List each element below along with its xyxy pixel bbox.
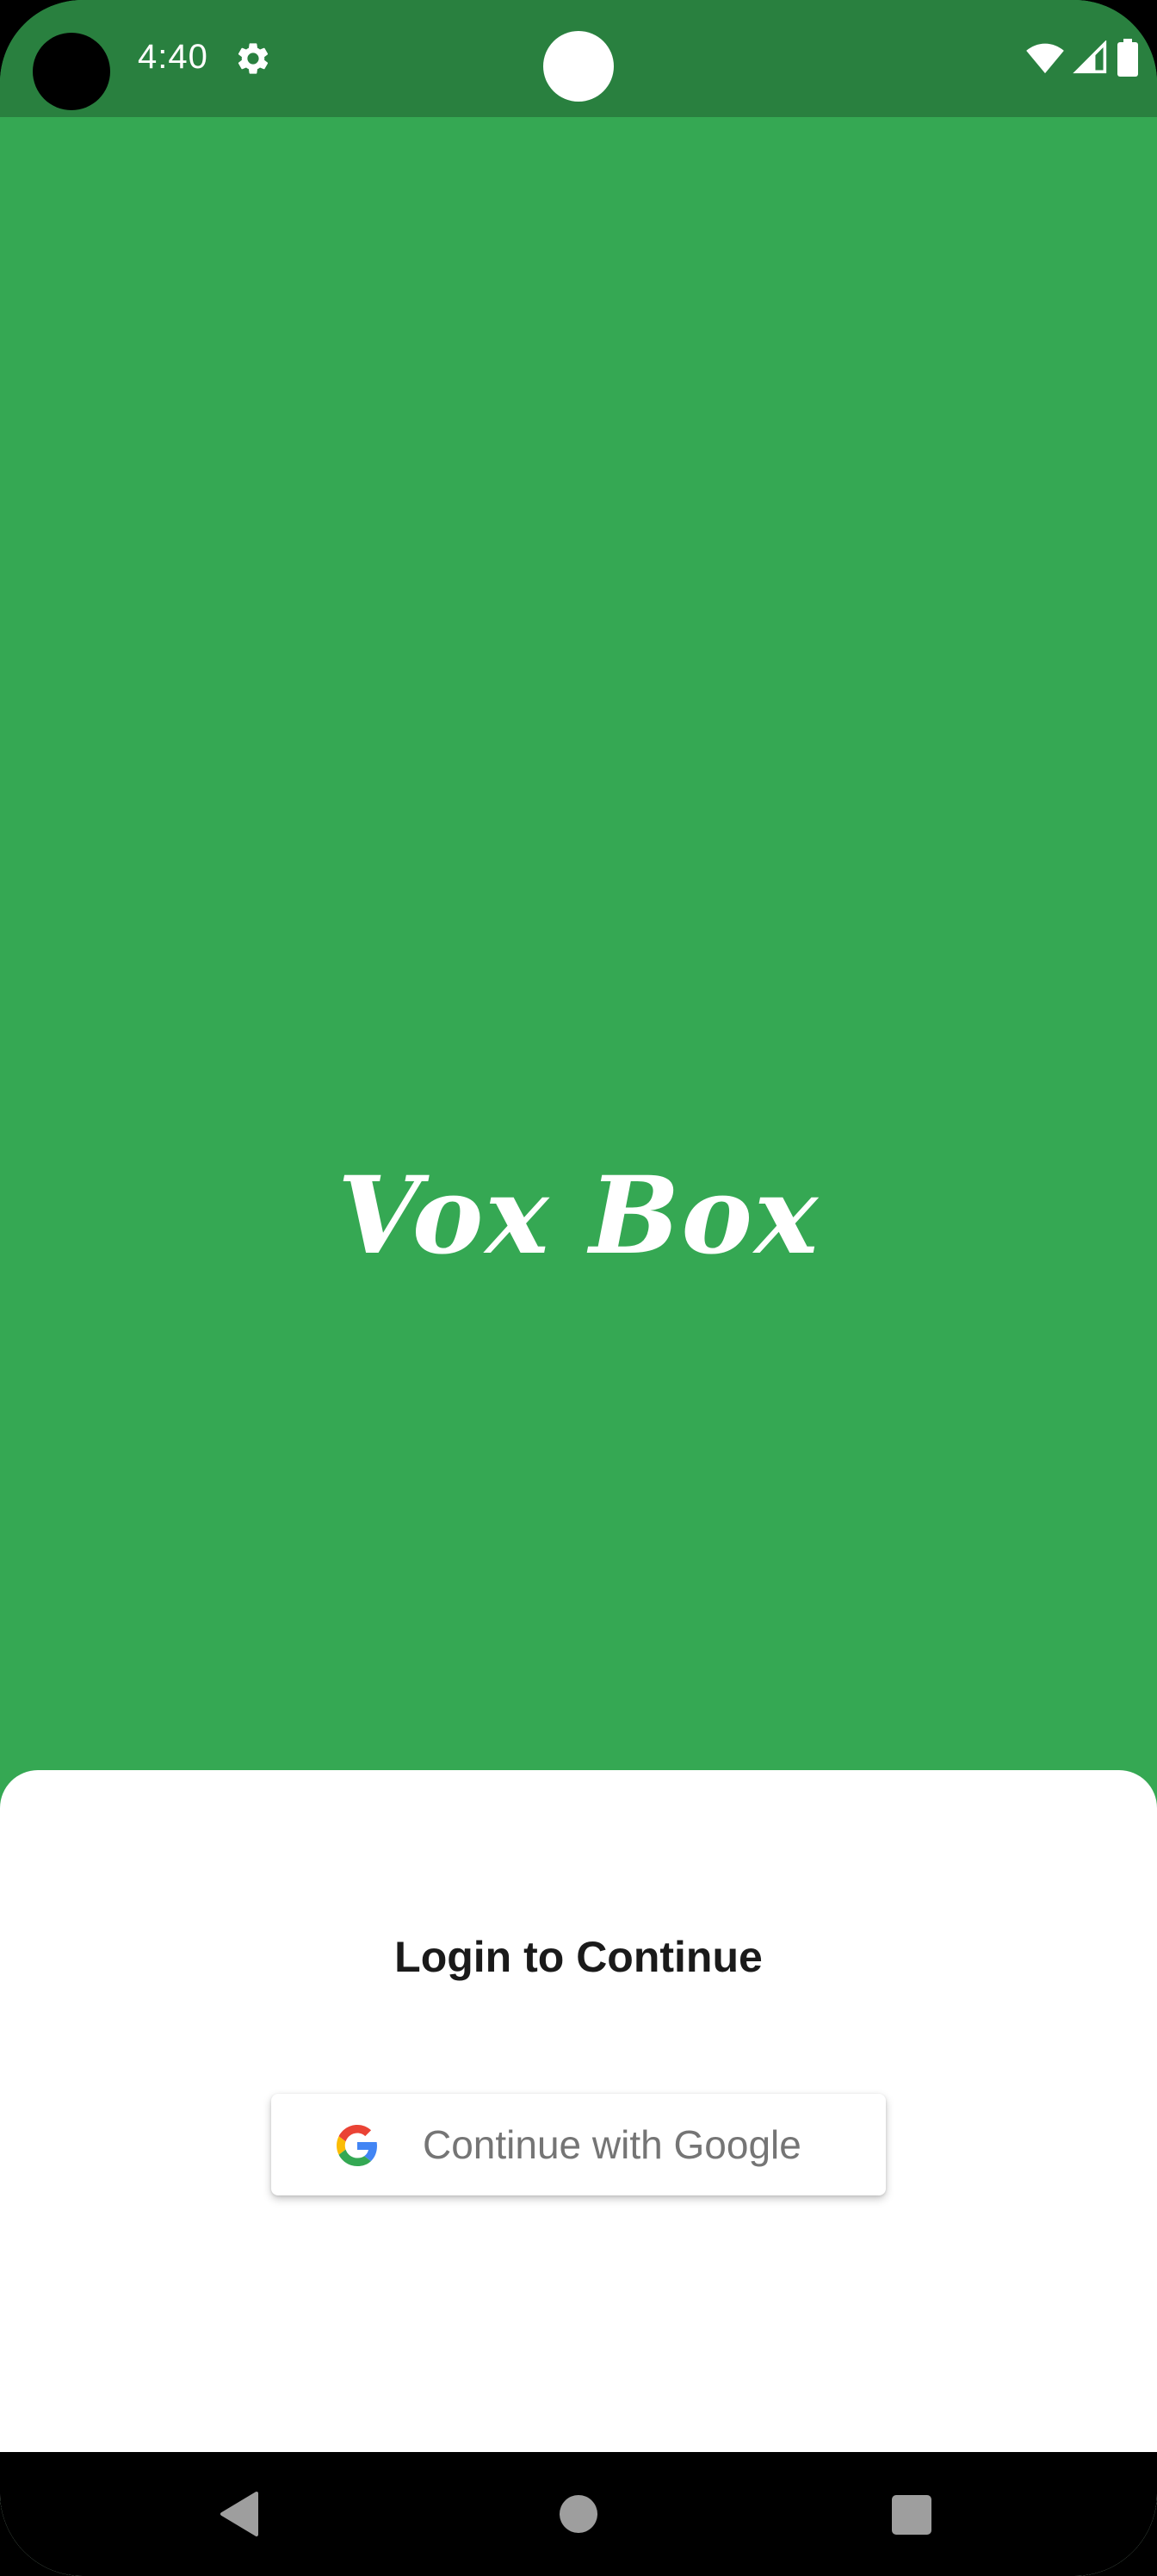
status-time: 4:40 — [138, 38, 208, 76]
camera-cutout — [33, 33, 110, 110]
settings-gear-icon — [238, 43, 269, 74]
google-button-label: Continue with Google — [423, 2122, 801, 2167]
status-center-indicator — [543, 31, 614, 102]
home-icon[interactable] — [560, 2495, 597, 2533]
google-g-icon — [337, 2125, 377, 2166]
recents-icon[interactable] — [892, 2495, 931, 2535]
app-screen: 4:40 Vox Box Login to Continue Continue … — [0, 0, 1157, 2576]
cell-signal-icon — [1073, 40, 1107, 74]
status-icons — [1026, 38, 1138, 77]
back-icon[interactable] — [217, 2490, 260, 2538]
app-logo-title: Vox Box — [337, 1154, 820, 1279]
login-title: Login to Continue — [394, 1933, 763, 1981]
status-bar: 4:40 — [0, 0, 1157, 117]
wifi-icon — [1026, 43, 1064, 74]
continue-with-google-button[interactable]: Continue with Google — [271, 2094, 886, 2195]
battery-icon — [1117, 39, 1138, 77]
